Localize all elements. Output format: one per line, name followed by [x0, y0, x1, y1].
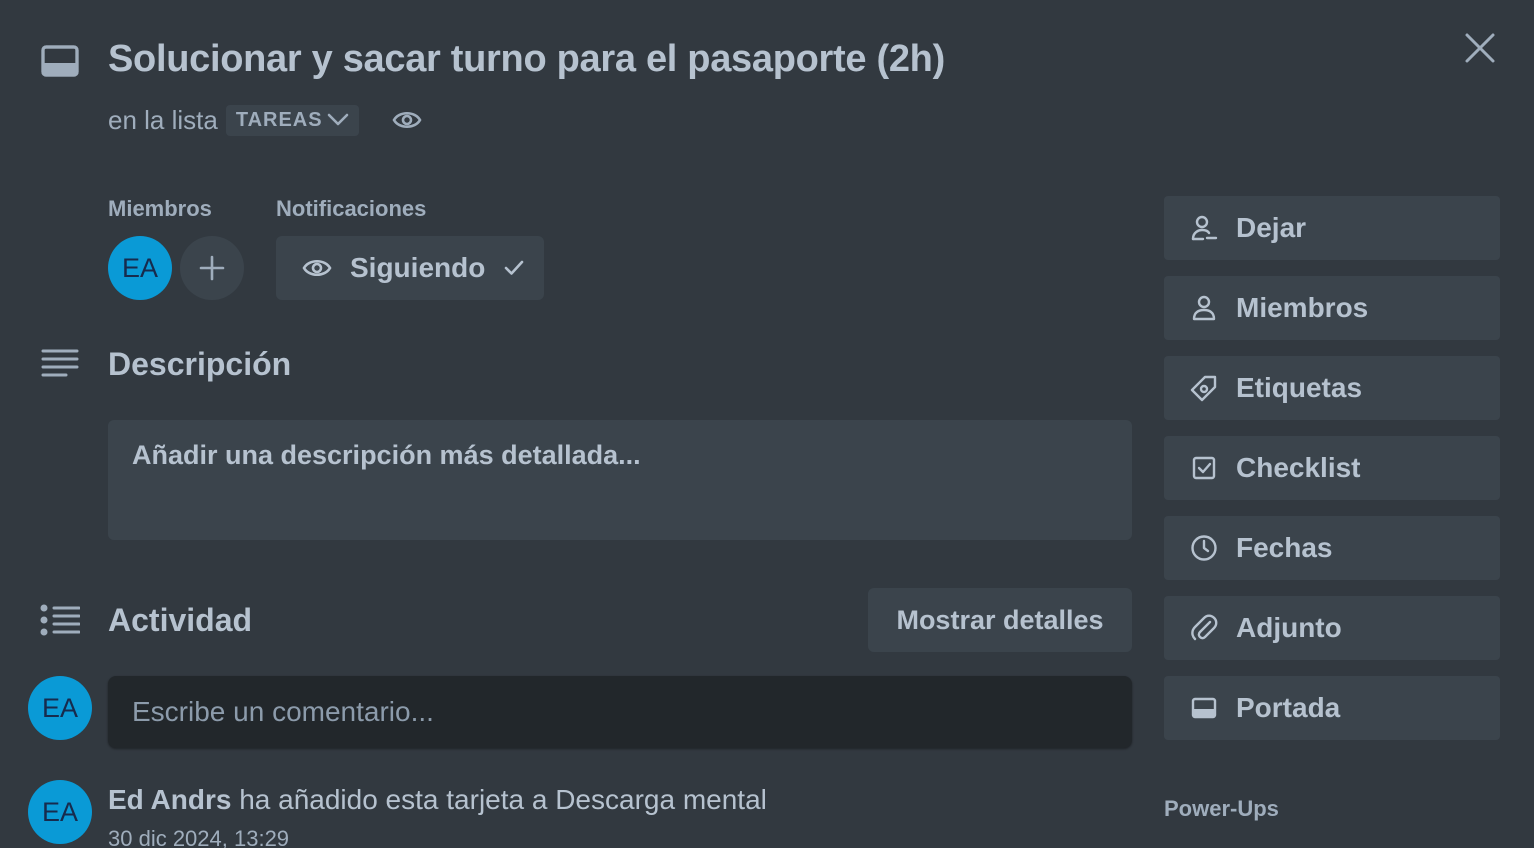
- activity-heading: Actividad: [108, 602, 253, 638]
- dates-label: Fechas: [1236, 532, 1333, 563]
- close-icon: [1465, 33, 1495, 63]
- cover-button[interactable]: Portada: [1164, 676, 1500, 740]
- description-icon: [40, 346, 80, 382]
- attachment-label: Adjunto: [1236, 612, 1342, 643]
- list-selector[interactable]: TAREAS: [225, 104, 359, 136]
- activity-action: ha añadido esta tarjeta a Descarga menta…: [231, 784, 767, 815]
- cover-icon: [1190, 694, 1218, 722]
- powerups-label: Power-Ups: [1164, 796, 1279, 821]
- eye-icon: [302, 259, 332, 277]
- checkbox-icon: [1190, 454, 1218, 482]
- checklist-label: Checklist: [1236, 452, 1361, 483]
- show-details-button[interactable]: Mostrar detalles: [868, 588, 1132, 652]
- card-title[interactable]: Solucionar y sacar turno para el pasapor…: [108, 38, 945, 81]
- checklist-button[interactable]: Checklist: [1164, 436, 1500, 500]
- chevron-down-icon: [327, 113, 348, 126]
- card-icon: [40, 44, 80, 78]
- following-label: Siguiendo: [350, 252, 486, 283]
- dates-button[interactable]: Fechas: [1164, 516, 1500, 580]
- cover-label: Portada: [1236, 692, 1341, 723]
- activity-entry: Ed Andrs ha añadido esta tarjeta a Desca…: [108, 784, 767, 816]
- notifications-label: Notificaciones: [276, 196, 427, 221]
- list-location: en la lista TAREAS: [108, 104, 359, 136]
- members-button[interactable]: Miembros: [1164, 276, 1500, 340]
- description-input[interactable]: Añadir una descripción más detallada...: [108, 420, 1132, 540]
- comment-input[interactable]: Escribe un comentario...: [108, 676, 1132, 748]
- close-button[interactable]: [1458, 26, 1502, 70]
- following-button[interactable]: Siguiendo: [276, 236, 544, 300]
- avatar[interactable]: EA: [28, 780, 92, 844]
- avatar[interactable]: EA: [108, 236, 172, 300]
- list-prefix: en la lista: [108, 104, 218, 135]
- add-member-button[interactable]: [180, 236, 244, 300]
- paperclip-icon: [1190, 614, 1218, 642]
- activity-timestamp[interactable]: 30 dic 2024, 13:29: [108, 826, 289, 848]
- clock-icon: [1190, 534, 1218, 562]
- eye-icon: [390, 104, 424, 136]
- leave-user-icon: [1190, 214, 1218, 242]
- labels-label: Etiquetas: [1236, 372, 1363, 403]
- check-icon: [505, 260, 524, 275]
- user-icon: [1190, 294, 1218, 322]
- attachment-button[interactable]: Adjunto: [1164, 596, 1500, 660]
- leave-button[interactable]: Dejar: [1164, 196, 1500, 260]
- members-button-label: Miembros: [1236, 292, 1369, 323]
- activity-icon: [40, 604, 80, 640]
- avatar[interactable]: EA: [28, 676, 92, 740]
- description-heading: Descripción: [108, 346, 292, 382]
- tag-icon: [1190, 374, 1218, 402]
- list-name: TAREAS: [235, 108, 323, 131]
- members-label: Miembros: [108, 196, 212, 221]
- plus-icon: [199, 255, 225, 281]
- activity-user[interactable]: Ed Andrs: [108, 784, 231, 815]
- labels-button[interactable]: Etiquetas: [1164, 356, 1500, 420]
- leave-label: Dejar: [1236, 212, 1307, 243]
